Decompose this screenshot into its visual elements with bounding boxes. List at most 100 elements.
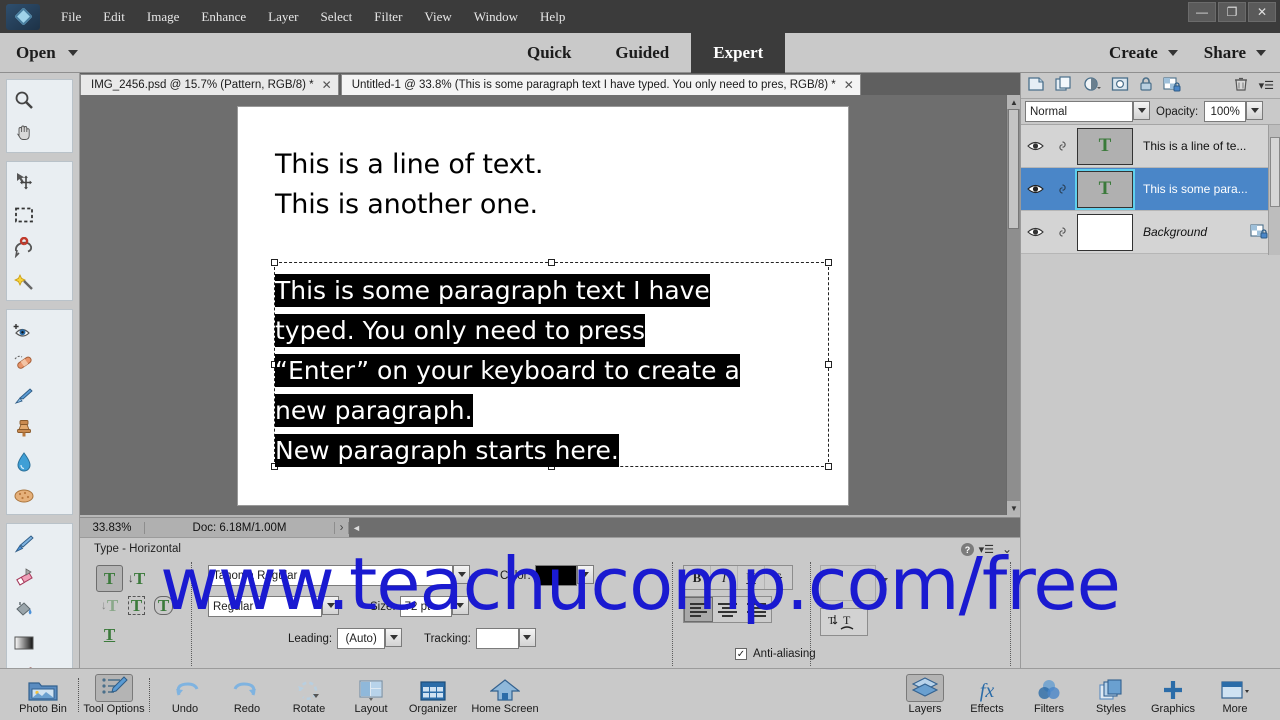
help-question-icon[interactable]: ? xyxy=(961,543,974,556)
graphics-button[interactable]: Graphics xyxy=(1142,671,1204,719)
zoom-tool[interactable] xyxy=(7,83,40,116)
lock-layer-icon[interactable] xyxy=(1139,76,1153,95)
tool-options-button[interactable]: Tool Options xyxy=(83,671,145,719)
align-left-button[interactable] xyxy=(684,597,713,622)
organizer-button[interactable]: Organizer xyxy=(402,671,464,719)
leading-input[interactable]: (Auto) xyxy=(337,628,386,649)
layer-name[interactable]: This is some para... xyxy=(1133,182,1280,196)
panel-menu-icon[interactable]: ▾☰ xyxy=(1259,79,1274,92)
layer-name[interactable]: Background xyxy=(1133,225,1250,239)
layer-mask-icon[interactable] xyxy=(1111,76,1129,95)
eye-visibility-icon[interactable] xyxy=(1021,183,1049,195)
chevron-down-icon[interactable] xyxy=(1256,50,1266,56)
layer-row-paragraph[interactable]: T This is some para... xyxy=(1021,168,1280,211)
document-tab-img2456[interactable]: IMG_2456.psd @ 15.7% (Pattern, RGB/8) * … xyxy=(80,74,339,95)
tab-guided[interactable]: Guided xyxy=(593,33,691,73)
close-icon[interactable]: ✕ xyxy=(844,78,854,92)
menu-help[interactable]: Help xyxy=(529,3,576,31)
canvas-vertical-scrollbar[interactable]: ▲ ▼ xyxy=(1006,95,1020,515)
effects-button[interactable]: fx Effects xyxy=(956,671,1018,719)
italic-button[interactable]: I xyxy=(711,566,738,589)
close-button[interactable]: ✕ xyxy=(1248,2,1276,22)
undo-button[interactable]: Undo xyxy=(154,671,216,719)
home-screen-button[interactable]: Home Screen xyxy=(464,671,546,719)
close-icon[interactable]: ✕ xyxy=(322,78,332,92)
layer-row-background[interactable]: Background xyxy=(1021,211,1280,254)
anti-aliasing-checkbox[interactable]: ✓ xyxy=(735,648,747,660)
chevron-down-icon[interactable] xyxy=(67,49,78,56)
scroll-down-arrow-icon[interactable]: ▼ xyxy=(1007,501,1020,515)
scrollbar-thumb[interactable] xyxy=(1008,109,1019,229)
canvas-text-line-2[interactable]: This is another one. xyxy=(275,189,538,220)
eye-visibility-icon[interactable] xyxy=(1021,140,1049,152)
spot-healing-brush-tool[interactable] xyxy=(7,346,40,379)
text-bounding-box[interactable]: This is some paragraph text I have typed… xyxy=(271,259,832,470)
menu-filter[interactable]: Filter xyxy=(363,3,413,31)
panel-menu-icon[interactable]: ▾☰ xyxy=(979,543,994,556)
font-style-input[interactable]: Regular xyxy=(208,596,322,617)
text-style-preview[interactable] xyxy=(820,565,876,601)
menu-layer[interactable]: Layer xyxy=(257,3,309,31)
minimize-button[interactable]: — xyxy=(1188,2,1216,22)
menu-select[interactable]: Select xyxy=(309,3,363,31)
document-tab-untitled1[interactable]: Untitled-1 @ 33.8% (This is some paragra… xyxy=(340,74,861,95)
warp-text-button[interactable]: TT xyxy=(820,608,868,636)
blur-tool[interactable] xyxy=(7,445,40,478)
align-right-button[interactable] xyxy=(742,597,771,622)
layer-thumbnail[interactable]: T xyxy=(1077,127,1133,165)
underline-button[interactable]: U xyxy=(738,566,765,589)
tab-expert[interactable]: Expert xyxy=(691,33,786,73)
delete-layer-trash-icon[interactable] xyxy=(1233,76,1249,95)
filters-button[interactable]: Filters xyxy=(1018,671,1080,719)
horizontal-type-mask-tool-button[interactable]: T xyxy=(123,592,150,619)
lasso-tool[interactable] xyxy=(7,231,40,264)
strikethrough-button[interactable]: S xyxy=(765,566,792,589)
font-family-dropdown-arrow[interactable] xyxy=(453,565,470,584)
font-style-dropdown-arrow[interactable] xyxy=(322,596,339,615)
link-chain-icon[interactable] xyxy=(1049,138,1075,154)
chevron-down-icon[interactable]: ⌄ xyxy=(1002,542,1012,556)
tracking-dropdown-arrow[interactable] xyxy=(518,628,536,647)
layer-thumbnail[interactable]: T xyxy=(1077,170,1133,208)
color-dropdown-arrow[interactable] xyxy=(576,565,594,584)
horizontal-scrollbar[interactable]: ◄ xyxy=(349,518,1020,537)
menu-edit[interactable]: Edit xyxy=(92,3,136,31)
resize-handle-tr[interactable] xyxy=(825,259,832,266)
scroll-up-arrow-icon[interactable]: ▲ xyxy=(1007,95,1020,109)
lock-transparency-icon[interactable] xyxy=(1163,76,1183,95)
layer-row-text-line[interactable]: T This is a line of te... xyxy=(1021,125,1280,168)
magic-wand-tool[interactable] xyxy=(7,264,40,297)
font-size-dropdown-arrow[interactable] xyxy=(451,596,469,615)
gradient-tool[interactable] xyxy=(7,626,40,659)
link-chain-icon[interactable] xyxy=(1049,181,1075,197)
font-family-input[interactable]: Tahoma Regular xyxy=(208,565,453,586)
hand-tool[interactable] xyxy=(7,116,40,149)
zoom-level-field[interactable]: 33.83% xyxy=(80,521,145,534)
opacity-input[interactable]: 100% xyxy=(1204,101,1247,122)
opacity-dropdown-arrow[interactable] xyxy=(1246,101,1264,120)
red-eye-removal-tool[interactable] xyxy=(7,313,40,346)
menu-view[interactable]: View xyxy=(413,3,462,31)
clone-stamp-tool[interactable] xyxy=(7,412,40,445)
text-color-swatch[interactable] xyxy=(534,565,577,586)
leading-dropdown-arrow[interactable] xyxy=(385,628,403,647)
status-expand-arrow-icon[interactable]: › xyxy=(335,521,349,534)
open-button[interactable]: Open xyxy=(16,43,78,63)
photo-bin-button[interactable]: Photo Bin xyxy=(12,671,74,719)
resize-handle-tl[interactable] xyxy=(271,259,278,266)
menu-image[interactable]: Image xyxy=(136,3,190,31)
text-on-selection-tool-button[interactable]: T xyxy=(150,592,177,619)
menu-enhance[interactable]: Enhance xyxy=(190,3,257,31)
duplicate-layer-icon[interactable] xyxy=(1055,76,1073,95)
more-button[interactable]: More xyxy=(1204,671,1266,719)
rotate-button[interactable]: Rotate xyxy=(278,671,340,719)
layer-name[interactable]: This is a line of te... xyxy=(1133,139,1280,153)
sponge-tool[interactable] xyxy=(7,478,40,511)
rectangular-marquee-tool[interactable] xyxy=(7,198,40,231)
create-button[interactable]: Create xyxy=(1109,43,1178,63)
smart-brush-tool[interactable] xyxy=(7,379,40,412)
horizontal-type-tool-button[interactable]: T xyxy=(96,565,123,592)
tracking-input[interactable] xyxy=(475,628,519,649)
paint-bucket-tool[interactable] xyxy=(7,593,40,626)
tab-quick[interactable]: Quick xyxy=(505,33,593,73)
